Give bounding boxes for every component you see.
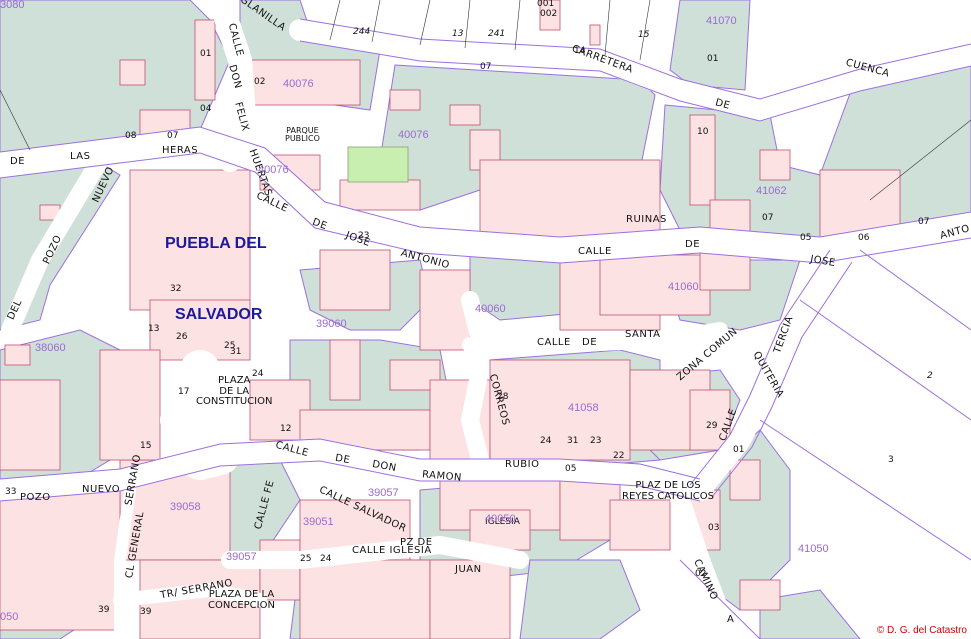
map-credit: © D. G. del Catastro (876, 625, 967, 636)
parcel-number: 02 (695, 569, 707, 579)
parcel-number: 15 (140, 441, 152, 451)
parcel-number: 3 (888, 455, 894, 465)
parcel-number: 05 (565, 464, 577, 474)
label-plaza-concepcion: PLAZA DE LA CONCEPCION (208, 589, 275, 611)
parcel-number: 15 (638, 30, 650, 40)
parcel-number: 12 (280, 424, 292, 434)
parcel-number: 2 (927, 371, 933, 381)
parcel-number: 17 (178, 387, 190, 397)
street-heras: HERAS (162, 145, 199, 156)
street-de-west: DE (10, 156, 26, 167)
park-area (347, 146, 409, 183)
parcel-number: 25 (300, 554, 312, 564)
parcel-number: 06 (858, 233, 870, 243)
parcel-number: 10 (697, 127, 709, 137)
cadastral-map[interactable]: PUEBLA DEL SALVADOR ANGLANILLA CALLE DON… (0, 0, 971, 639)
zone-label: 39057 (226, 551, 257, 563)
town-name-line2: SALVADOR (175, 306, 263, 323)
parcel-number: 05 (800, 233, 812, 243)
parcel-number: 04 (200, 104, 212, 114)
parcel-number: 24 (320, 554, 332, 564)
parcel-number: 01 (200, 49, 212, 59)
label-ruinas: RUINAS (626, 214, 667, 225)
parcel-number: 31 (230, 347, 242, 357)
town-name-line1: PUEBLA DEL (165, 235, 267, 252)
parcel-number: 24 (252, 369, 264, 379)
parcel-number: 26 (176, 332, 188, 342)
parcel-number: 28 (497, 392, 509, 402)
zone-label: 40076 (398, 129, 429, 141)
zone-label: 050 (0, 611, 19, 623)
street-a: A (727, 614, 735, 625)
parcel-number: 14 (574, 46, 586, 56)
parcel-number: 07 (167, 131, 179, 141)
street-de-east: DE (685, 239, 701, 250)
zone-label: 40076 (283, 78, 314, 90)
zone-label: 41058 (568, 402, 599, 414)
parcel-number: 39 (98, 605, 110, 615)
parcel-number: 39 (140, 607, 152, 617)
zone-label: 40076 (258, 164, 289, 176)
street-santa-calle: CALLE (537, 337, 571, 348)
zone-label: 3080 (0, 0, 25, 11)
parcel-number: 07 (918, 217, 930, 227)
parcel-number: 241 (488, 29, 506, 39)
parcel-number: 31 (567, 436, 579, 446)
zone-label: 40050 (485, 513, 516, 525)
street-nuevo-south: NUEVO (82, 484, 121, 495)
parcel-number: 02 (254, 77, 266, 87)
street-santa-de: DE (582, 337, 598, 348)
parcel-number: 32 (170, 284, 182, 294)
street-rubio: RUBIO (505, 459, 540, 470)
zone-label: 39057 (368, 487, 399, 499)
parcel-number: 22 (613, 451, 625, 461)
zone-label: 40060 (475, 303, 506, 315)
parcel-number: 01 (733, 445, 745, 455)
parcel-number: 24 (540, 436, 552, 446)
street-santa: SANTA (625, 329, 661, 340)
zone-label: 41070 (706, 15, 737, 27)
label-plaza-constitucion: PLAZA DE LA CONSTITUCION (196, 375, 273, 407)
zone-label: 41060 (668, 281, 699, 293)
parcel-number: 03 (708, 523, 720, 533)
zone-label: 39051 (303, 516, 334, 528)
street-juan: JUAN (455, 564, 482, 575)
parcel-number: 01 (707, 54, 719, 64)
parcel-number: 07 (480, 62, 492, 72)
zone-label: 41062 (756, 185, 787, 197)
street-las: LAS (70, 151, 91, 162)
parcel-number: 002 (540, 9, 558, 19)
zone-label: 38060 (35, 342, 66, 354)
label-parque-publico: PARQUE PUBLICO (285, 126, 320, 144)
parcel-number: 29 (706, 421, 718, 431)
street-calle-east: CALLE (578, 246, 612, 257)
parcel-number: 13 (148, 324, 160, 334)
parcel-number: 244 (353, 27, 371, 37)
parcel-number: 07 (762, 213, 774, 223)
zone-label: 39058 (170, 501, 201, 513)
parcel-number: 08 (125, 131, 137, 141)
parcel-number: 23 (590, 436, 602, 446)
zone-label: 39060 (316, 318, 347, 330)
parcel-number: 13 (452, 29, 464, 39)
street-pz-de: PZ DE (400, 537, 433, 548)
zone-label: 41050 (798, 543, 829, 555)
parcel-number: 33 (5, 487, 17, 497)
parcel-number: 001 (537, 0, 555, 9)
parcel-number: 23 (358, 231, 370, 241)
label-plaza-reyes: PLAZ DE LOS REYES CATOLICOS (622, 480, 714, 502)
street-pozo-south: POZO (20, 492, 51, 503)
